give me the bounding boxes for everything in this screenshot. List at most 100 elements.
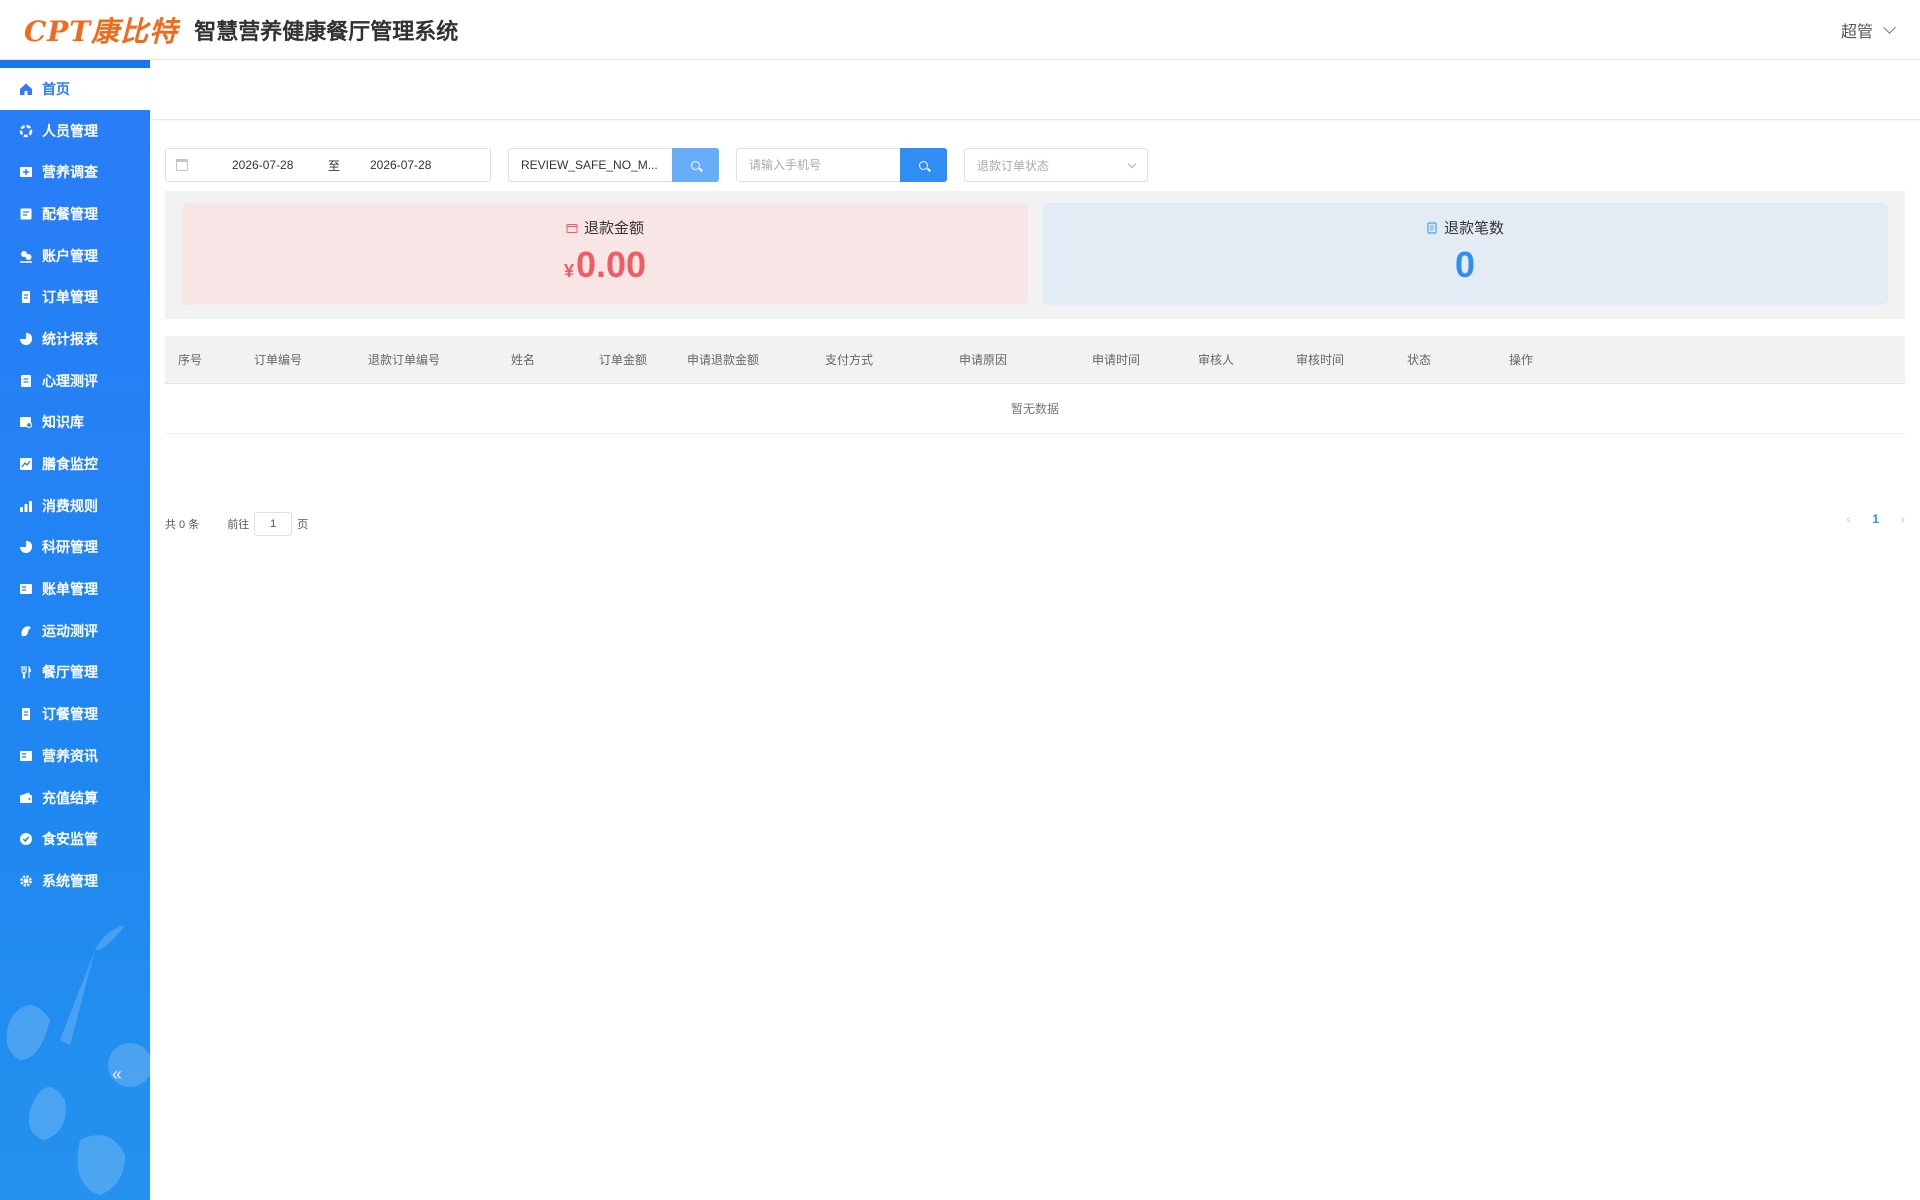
phone-search-button[interactable] (900, 148, 947, 182)
column-header: 姓名 (511, 353, 536, 367)
sidebar-item-label: 食安监管 (42, 831, 98, 848)
meal-plan-icon (19, 207, 33, 221)
survey-icon (19, 165, 33, 179)
sidebar-item-label: 科研管理 (42, 539, 98, 556)
sidebar-item-10[interactable]: 消费规则 (0, 485, 150, 527)
sidebar-item-12[interactable]: 账单管理 (0, 568, 150, 610)
sidebar-menu: 首页人员管理营养调查 配餐管理账户管理订单管理统计报表心理测评知识库膳食监控消费规… (0, 68, 150, 902)
refund-amount-title: 退款金额 (566, 217, 644, 238)
column-header: 审核时间 (1296, 353, 1345, 367)
column-header: 申请时间 (1092, 353, 1141, 367)
sidebar-item-label: 消费规则 (42, 497, 98, 514)
prev-page-icon[interactable]: ‹ (1846, 512, 1850, 526)
sidebar-item-15[interactable]: 订餐管理 (0, 693, 150, 735)
sidebar-item-label: 人员管理 (42, 122, 98, 139)
sidebar-item-label: 账户管理 (42, 247, 98, 264)
sidebar-item-label: 知识库 (42, 414, 84, 431)
search-icon (691, 160, 700, 170)
refund-status-placeholder: 退款订单状态 (977, 158, 1050, 173)
knowledge-icon (19, 415, 33, 429)
column-header: 操作 (1509, 353, 1534, 367)
page-number-current[interactable]: 1 (1872, 512, 1879, 526)
sidebar-item-label: 心理测评 (42, 372, 98, 389)
sidebar-item-16[interactable]: 营养资讯 (0, 735, 150, 777)
pie-chart-icon (19, 332, 33, 346)
keyword-input[interactable] (508, 148, 672, 182)
sidebar-item-4[interactable]: 账户管理 (0, 235, 150, 277)
keyword-search (508, 148, 719, 182)
home-icon (19, 82, 33, 96)
currency-symbol: ¥ (563, 261, 574, 281)
fork-knife-icon (19, 665, 33, 680)
sidebar-item-17[interactable]: 充值结算 (0, 777, 150, 819)
tabs-bar (150, 60, 1920, 120)
sidebar-item-9[interactable]: 膳食监控 (0, 443, 150, 485)
chevron-down-icon (1883, 21, 1896, 34)
goto-label: 前往 (227, 519, 250, 531)
refund-amount-label: 退款金额 (583, 220, 644, 237)
brand-logo: CPT康比特 (24, 14, 179, 48)
column-header: 退款订单编号 (368, 353, 441, 367)
refund-count-value: 0 (1454, 244, 1476, 285)
phone-input[interactable] (736, 148, 900, 182)
sidebar-item-11[interactable]: 科研管理 (0, 527, 150, 569)
sidebar-item-8[interactable]: 知识库 (0, 402, 150, 444)
column-header: 订单编号 (254, 353, 303, 367)
sidebar-item-label: 系统管理 (42, 872, 98, 889)
account-icon (19, 249, 33, 263)
wallet-icon (566, 223, 578, 233)
sidebar-item-label: 营养资讯 (42, 747, 98, 764)
order-icon (19, 290, 33, 304)
stats-panel: 退款金额 ¥0.00 退款笔数 0 (165, 191, 1905, 319)
sidebar-item-14[interactable]: 餐厅管理 (0, 652, 150, 694)
sidebar-item-13[interactable]: 运动测评 (0, 610, 150, 652)
sidebar-item-label: 订单管理 (42, 289, 98, 306)
sidebar-item-3[interactable]: 配餐管理 (0, 193, 150, 235)
system-title: 智慧营养健康餐厅管理系统 (194, 18, 459, 44)
news-icon (19, 749, 33, 763)
keyword-search-button[interactable] (672, 148, 719, 182)
table-empty-state: 暂无数据 (165, 384, 1905, 434)
shield-icon (19, 832, 33, 846)
column-header: 申请退款金额 (687, 353, 760, 367)
line-chart-icon (19, 457, 33, 471)
column-header: 状态 (1407, 353, 1432, 367)
calendar-icon (176, 159, 188, 171)
page-jump-input[interactable]: 1 (254, 512, 293, 536)
people-icon (19, 124, 33, 138)
sidebar-item-19[interactable]: 系统管理 (0, 860, 150, 902)
refund-amount-number: 0.00 (575, 244, 647, 285)
sidebar-item-label: 充值结算 (42, 789, 98, 806)
sidebar-item-label: 账单管理 (42, 581, 98, 598)
refund-status-select[interactable]: 退款订单状态 (964, 148, 1148, 182)
sidebar-item-label: 运动测评 (42, 622, 98, 639)
sidebar-item-7[interactable]: 心理测评 (0, 360, 150, 402)
collapse-sidebar-icon[interactable]: « (112, 1064, 122, 1085)
phone-search (736, 148, 947, 182)
bar-chart-icon (19, 499, 33, 513)
user-menu[interactable]: 超管 (1841, 18, 1896, 42)
booking-icon (19, 707, 33, 721)
sidebar-item-0[interactable]: 首页 (0, 68, 150, 110)
sidebar-item-18[interactable]: 食安监管 (0, 818, 150, 860)
pagination: 共 0 条 前往 1 页 ‹ 1 › (165, 512, 1905, 536)
sidebar-item-2[interactable]: 营养调查 (0, 151, 150, 193)
sidebar-top-accent (0, 60, 150, 68)
main-content: 2026-07-28 至 2026-07-28 退款订单状态 退款金额 (150, 60, 1920, 1200)
sidebar-item-1[interactable]: 人员管理 (0, 110, 150, 152)
sidebar-item-5[interactable]: 订单管理 (0, 276, 150, 318)
refund-count-card: 退款笔数 0 (1042, 203, 1888, 305)
date-separator: 至 (328, 158, 341, 173)
column-header: 审核人 (1198, 353, 1235, 367)
chevron-down-icon (1127, 159, 1137, 169)
wallet-icon (19, 791, 33, 805)
next-page-icon[interactable]: › (1901, 512, 1905, 526)
date-end[interactable]: 2026-07-28 (370, 158, 440, 172)
top-header: CPT康比特 智慧营养健康餐厅管理系统 超管 (0, 0, 1920, 60)
date-range-picker[interactable]: 2026-07-28 至 2026-07-28 (165, 148, 491, 182)
sidebar-item-6[interactable]: 统计报表 (0, 318, 150, 360)
sidebar-item-label: 餐厅管理 (42, 664, 98, 681)
gear-icon (19, 874, 33, 888)
column-header: 支付方式 (825, 353, 874, 367)
date-start[interactable]: 2026-07-28 (232, 158, 302, 172)
